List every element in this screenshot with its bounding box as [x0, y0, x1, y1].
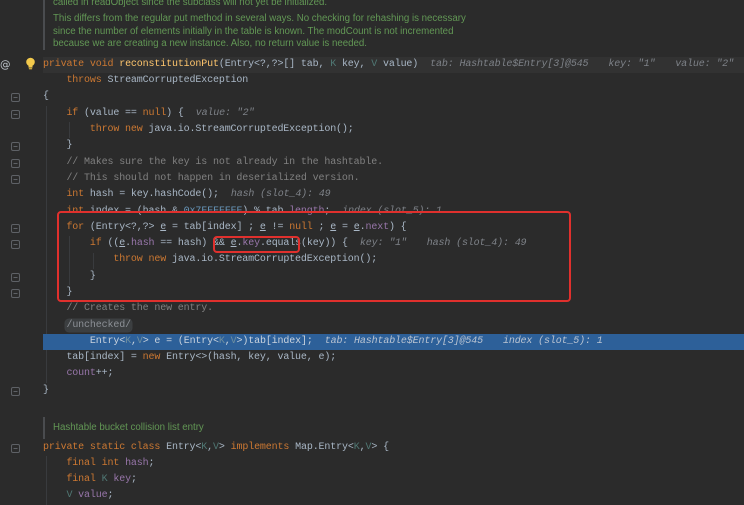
code-token-keyword: final int: [43, 457, 126, 469]
rendered-doc-bar: [43, 0, 45, 50]
code-line[interactable]: int hash = key.hashCode(); hash (slot_4):…: [43, 187, 744, 203]
code-line[interactable]: final K key;: [43, 472, 744, 488]
code-token-keyword: private void: [43, 58, 120, 70]
code-token-text: Map.Entry<: [289, 441, 354, 453]
code-line[interactable]: if (value == null) { value: "2": [43, 106, 744, 122]
rendered-javadoc[interactable]: called in readObject since the subclass …: [53, 0, 466, 51]
fold-icon[interactable]: [11, 272, 20, 282]
code-token-text: > e = (Entry<: [142, 335, 219, 347]
code-token-text: }: [43, 140, 73, 152]
annotation-gutter-marker[interactable]: @: [0, 58, 11, 72]
class-entry-code[interactable]: private static class Entry<K,V> implemen…: [43, 440, 744, 505]
code-token-text: java.io.StreamCorruptedException();: [142, 124, 354, 136]
folded-annotation[interactable]: /unchecked/: [66, 319, 131, 331]
current-caret-line[interactable]: private void reconstitutionPut(Entry<?,?…: [43, 56, 744, 74]
red-highlight-box-small: [213, 236, 300, 253]
code-line[interactable]: /unchecked/: [43, 318, 744, 334]
code-token-text: key,: [336, 58, 372, 70]
fold-icon[interactable]: [11, 174, 20, 184]
code-line[interactable]: final int hash;: [43, 456, 744, 472]
code-token-keyword: if: [43, 107, 79, 119]
code-token-text: ;: [148, 457, 155, 469]
code-token-keyword: int: [43, 189, 85, 201]
code-token-keyword: private static class: [43, 441, 161, 453]
fold-icon[interactable]: [11, 142, 20, 151]
code-token-keyword: throw new: [43, 124, 143, 136]
inline-debug-value: hash (slot_4): 49: [230, 189, 331, 201]
code-token-comment: // Creates the new entry.: [43, 303, 213, 315]
code-token-field: count: [43, 368, 96, 380]
code-token-text: Entry<: [43, 335, 126, 347]
inline-debug-value: index (slot_5): 1: [502, 335, 603, 347]
doc-line: because we are creating a new instance. …: [53, 38, 367, 50]
fold-icon[interactable]: [11, 443, 20, 453]
code-token-text: ++;: [95, 368, 114, 380]
code-token-text: hash = key.hashCode();: [84, 189, 219, 201]
fold-icon[interactable]: [11, 93, 20, 102]
code-token-field: value: [72, 490, 108, 502]
code-token-text: Entry<: [160, 441, 202, 453]
code-line[interactable]: // Creates the new entry.: [43, 301, 744, 317]
code-token-keyword: throws: [43, 75, 102, 87]
code-token-keyword: final: [43, 474, 102, 486]
code-token-keyword: new: [142, 352, 161, 364]
code-token-text: ;: [107, 490, 114, 502]
code-line[interactable]: throws StreamCorruptedException: [43, 73, 744, 89]
fold-icon[interactable]: [11, 240, 20, 249]
inline-debug-value: tab: Hashtable$Entry[3]@545: [324, 335, 483, 347]
code-token-keyword: implements: [230, 441, 290, 453]
code-token-text: >: [218, 441, 231, 453]
code-token-field: hash: [125, 457, 149, 469]
fold-icon[interactable]: [11, 289, 20, 298]
code-token-text: value): [377, 58, 419, 70]
editor-gutter[interactable]: @: [0, 0, 40, 505]
code-token-text: (Entry<?,?>[] tab,: [218, 58, 331, 70]
inline-debug-value: value: "2": [195, 107, 255, 119]
code-line[interactable]: private static class Entry<K,V> implemen…: [43, 440, 744, 456]
code-editor[interactable]: @ called in readObject since the subclas…: [0, 0, 744, 505]
code-line[interactable]: // Makes sure the key is not already in …: [43, 155, 744, 171]
code-line[interactable]: count++;: [43, 366, 744, 382]
fold-icon[interactable]: [11, 109, 20, 119]
code-token-field: key: [107, 474, 131, 486]
doc-line: since the number of elements initially i…: [53, 25, 454, 37]
code-line[interactable]: // This should not happen in deserialize…: [43, 171, 744, 187]
code-token-text: {: [43, 91, 49, 103]
code-token-type-parameter: V: [43, 490, 73, 502]
inline-debug-value: value: "2": [675, 58, 734, 70]
code-token-comment: // This should not happen in deserialize…: [43, 172, 360, 184]
code-token-text: > {: [371, 441, 389, 453]
fold-icon[interactable]: [11, 386, 20, 396]
code-token-keyword: null: [142, 107, 167, 119]
code-token-text: StreamCorruptedException: [101, 75, 249, 87]
code-line[interactable]: tab[index] = new Entry<>(hash, key, valu…: [43, 350, 744, 366]
code-line[interactable]: }: [43, 138, 744, 154]
intention-bulb-icon[interactable]: [25, 57, 36, 70]
code-line[interactable]: throw new java.io.StreamCorruptedExcepti…: [43, 122, 744, 138]
code-token-text: ;: [130, 474, 137, 486]
code-token-method-name: reconstitutionPut: [119, 58, 219, 70]
code-token-text: >)tab[index];: [236, 335, 313, 347]
rendered-doc-bar: [43, 417, 45, 439]
fold-icon[interactable]: [11, 223, 20, 233]
code-token-text: }: [43, 384, 49, 396]
code-token-text: ) {: [166, 107, 184, 119]
execution-point-line[interactable]: Entry<K,V> e = (Entry<K,V>)tab[index]; ta…: [43, 333, 744, 351]
code-line[interactable]: }: [43, 383, 744, 399]
doc-line: Hashtable bucket collision list entry: [53, 421, 204, 433]
code-token-text: (value ==: [78, 107, 143, 119]
code-line[interactable]: V value;: [43, 488, 744, 504]
doc-line: This differs from the regular put method…: [53, 12, 466, 24]
code-token-text: Entry<>(hash, key, value, e);: [160, 352, 337, 364]
rendered-javadoc[interactable]: Hashtable bucket collision list entry: [53, 422, 204, 435]
code-line[interactable]: {: [43, 89, 744, 105]
code-token-text: tab[index] =: [43, 352, 143, 364]
inline-debug-value: tab: Hashtable$Entry[3]@545: [430, 58, 589, 70]
red-highlight-box: [57, 211, 571, 302]
inline-debug-value: key: "1": [608, 58, 656, 70]
code-token-comment: // Makes sure the key is not already in …: [43, 156, 383, 168]
doc-line: called in readObject since the subclass …: [53, 0, 328, 8]
fold-icon[interactable]: [11, 158, 20, 168]
